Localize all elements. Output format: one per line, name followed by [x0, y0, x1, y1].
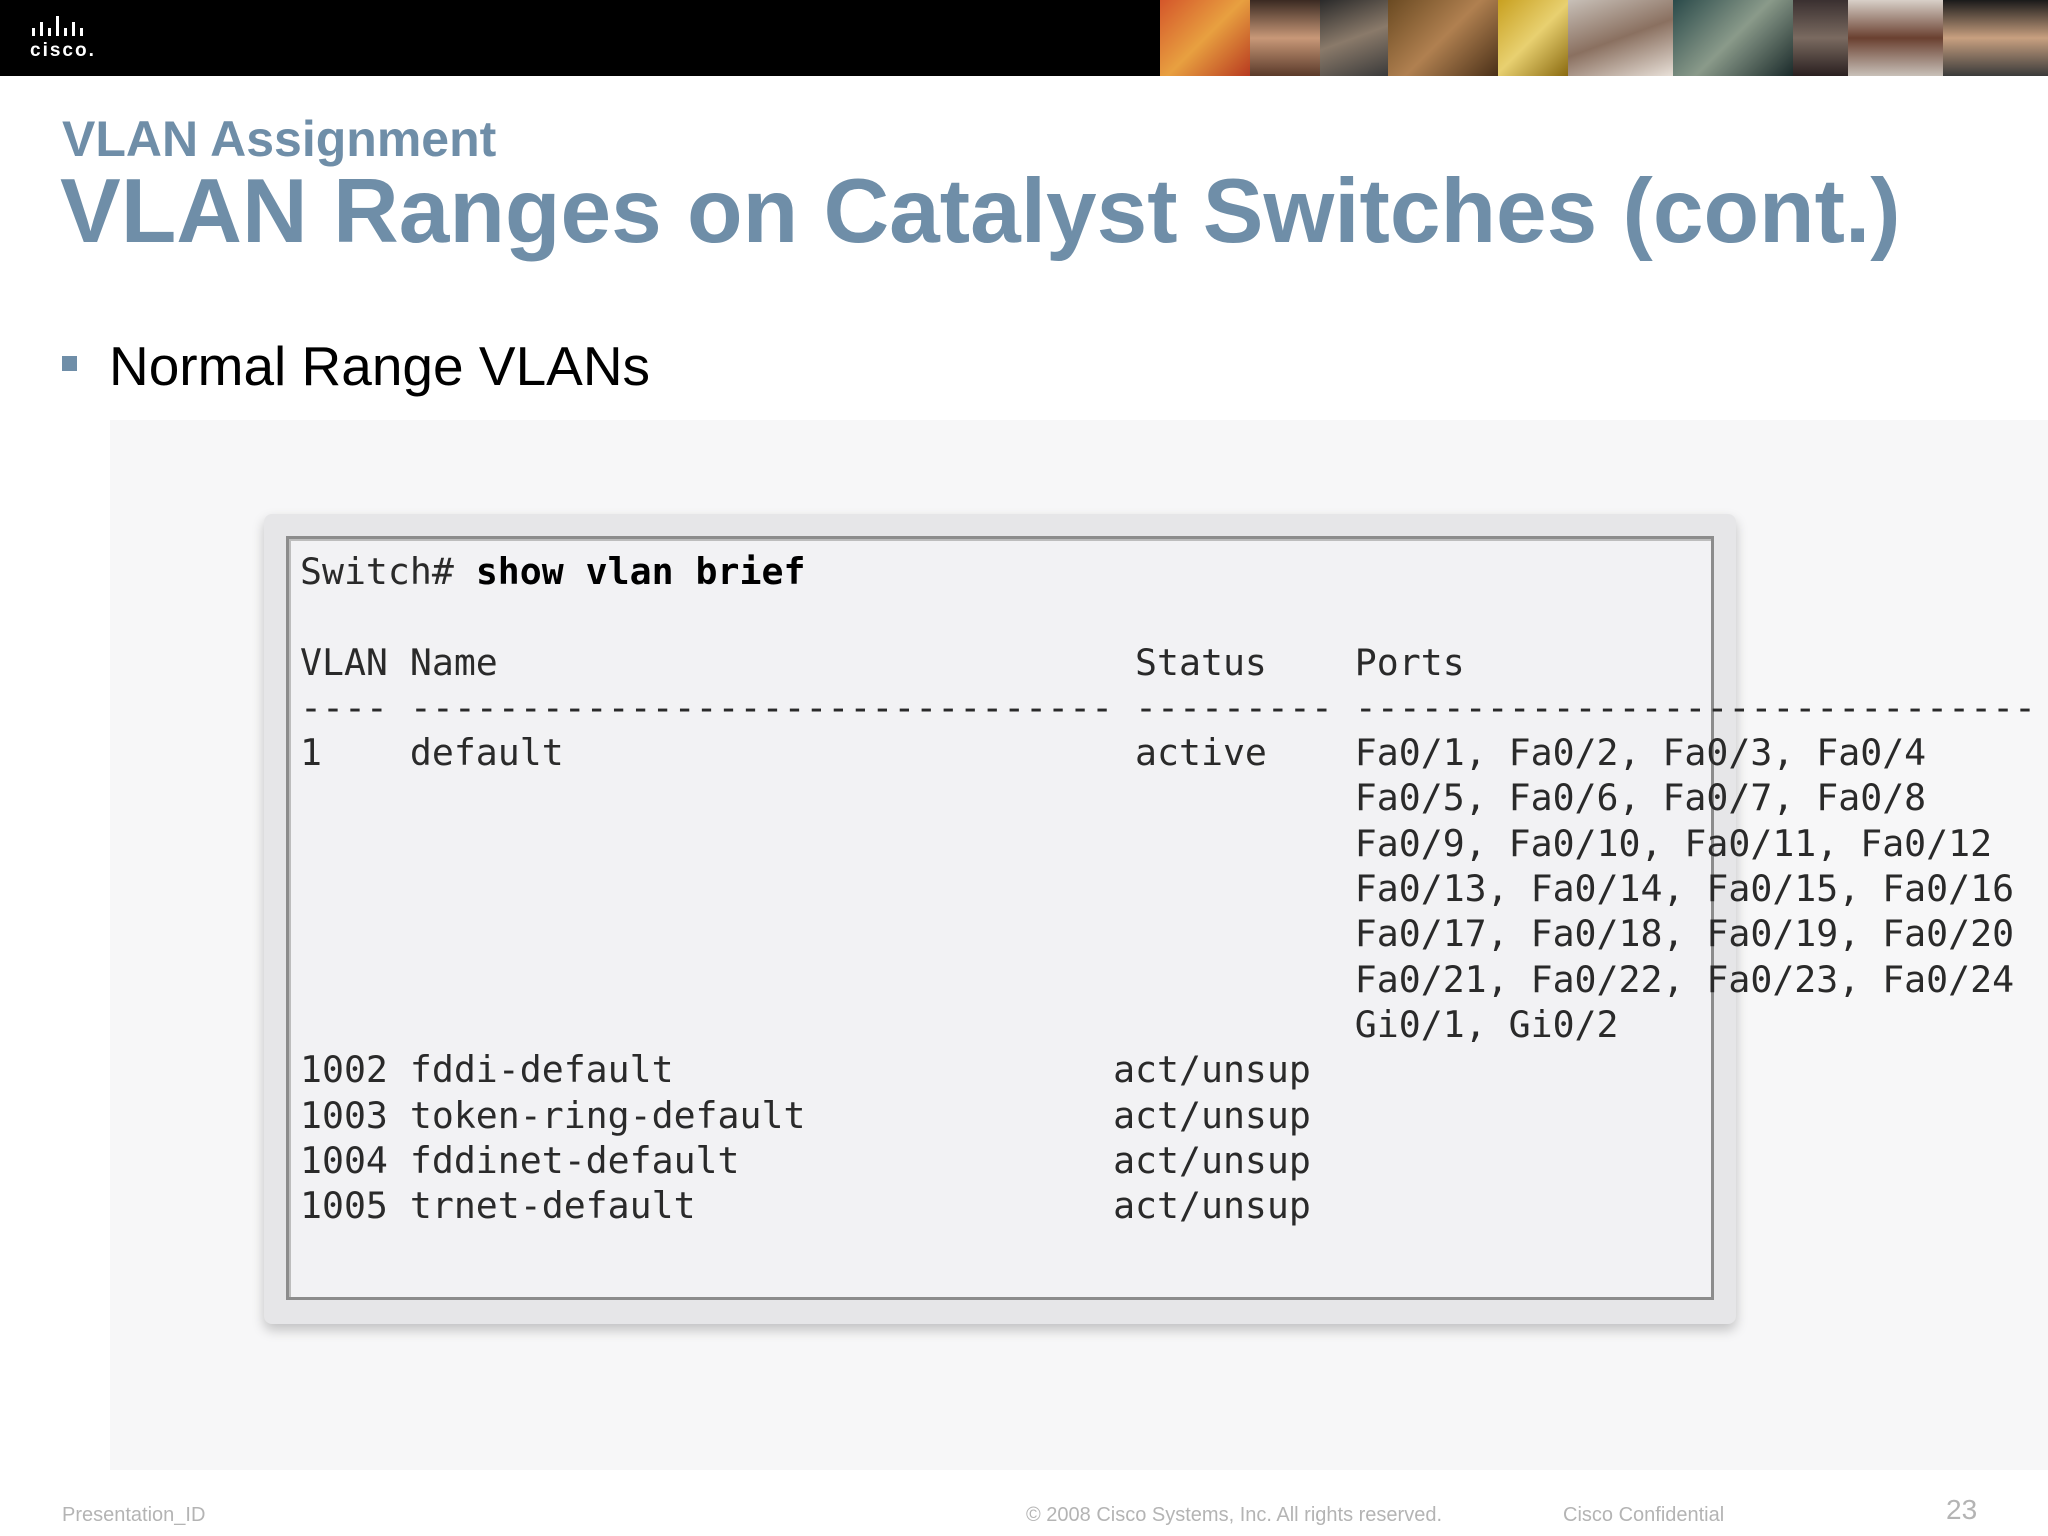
terminal-command: show vlan brief	[475, 550, 806, 593]
terminal-prompt: Switch#	[300, 550, 454, 593]
square-bullet-icon	[62, 356, 77, 371]
terminal-output: Switch# show vlan brief VLAN Name Status…	[289, 539, 2036, 1228]
terminal-line: Fa0/9, Fa0/10, Fa0/11, Fa0/12	[300, 821, 1993, 865]
cisco-logo: cisco.	[30, 14, 130, 64]
terminal-line: Fa0/21, Fa0/22, Fa0/23, Fa0/24	[300, 957, 2015, 1001]
people-photo-strip	[1160, 0, 2048, 76]
terminal-line: 1 default active Fa0/1, Fa0/2, Fa0/3, Fa…	[300, 731, 1927, 775]
terminal-column-headers: VLAN Name Status Ports	[300, 640, 1465, 684]
page-title: VLAN Ranges on Catalyst Switches (cont.)	[60, 161, 1901, 262]
terminal-line: 1005 trnet-default act/unsup	[300, 1184, 1311, 1228]
terminal-line: Fa0/13, Fa0/14, Fa0/15, Fa0/16	[300, 867, 2015, 911]
terminal-line: Fa0/5, Fa0/6, Fa0/7, Fa0/8	[300, 776, 1927, 820]
terminal-line: 1002 fddi-default act/unsup	[300, 1048, 1311, 1092]
terminal-screen: Switch# show vlan brief VLAN Name Status…	[286, 536, 2036, 1300]
terminal-separator: ---- -------------------------------- --…	[300, 685, 2037, 729]
footer-confidential: Cisco Confidential	[1563, 1504, 1725, 1526]
cisco-logo-text: cisco.	[30, 40, 96, 61]
page-number: 23	[1946, 1494, 1978, 1525]
terminal-line: 1003 token-ring-default act/unsup	[300, 1093, 1311, 1137]
footer-presentation-id: Presentation_ID	[62, 1504, 206, 1526]
terminal-line: 1004 fddinet-default act/unsup	[300, 1138, 1311, 1182]
terminal-line: Gi0/1, Gi0/2	[300, 1002, 1619, 1046]
top-banner: cisco.	[0, 0, 2048, 76]
cisco-bars-icon	[32, 14, 130, 36]
terminal-line: Fa0/17, Fa0/18, Fa0/19, Fa0/20	[300, 912, 2015, 956]
terminal-frame: Switch# show vlan brief VLAN Name Status…	[264, 514, 2036, 1324]
footer-copyright: © 2008 Cisco Systems, Inc. All rights re…	[1026, 1504, 1443, 1526]
bullet-text: Normal Range VLANs	[109, 335, 651, 397]
